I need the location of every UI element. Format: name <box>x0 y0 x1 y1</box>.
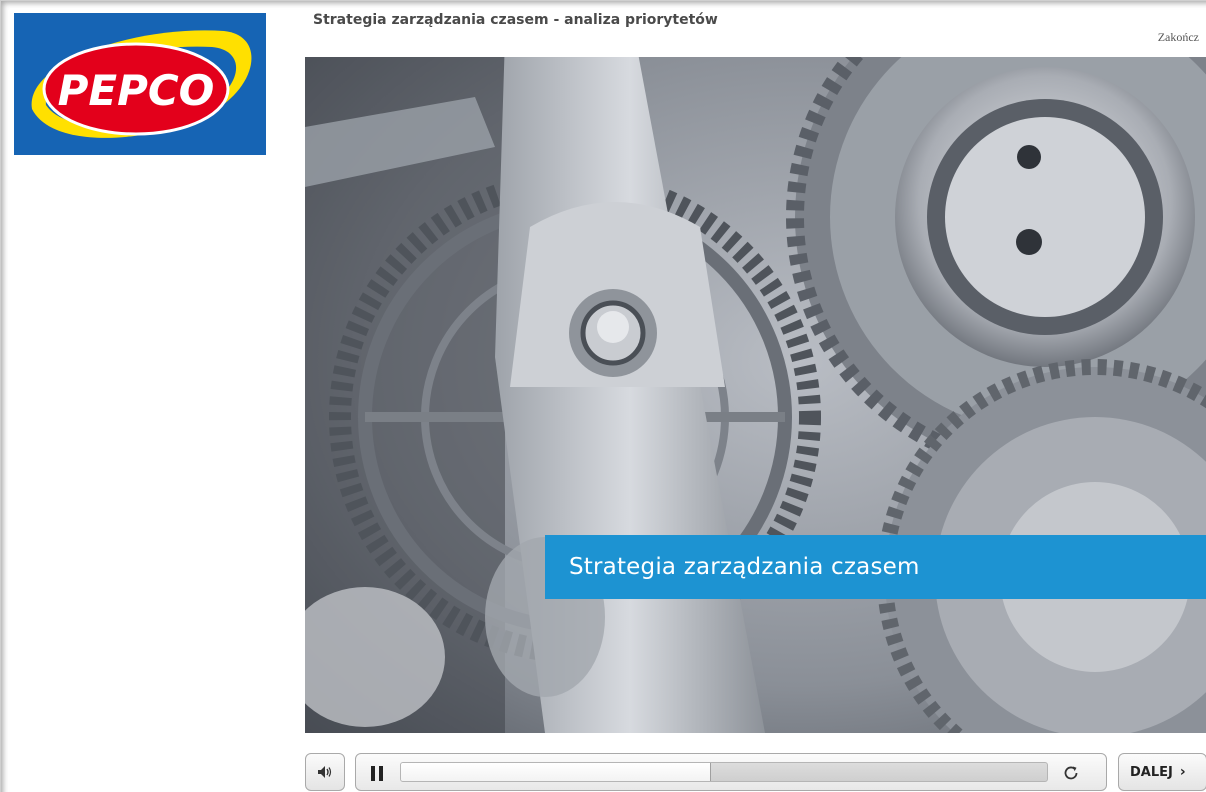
pause-icon <box>371 765 375 781</box>
replay-button[interactable] <box>1060 762 1082 784</box>
replay-icon <box>1064 766 1078 780</box>
slide-title: Strategia zarządzania czasem <box>569 554 920 580</box>
course-player-window: PEPCO Strategia zarządzania czasem - ana… <box>0 0 1206 792</box>
seek-progress <box>401 763 712 781</box>
playback-bar <box>355 753 1107 791</box>
exit-link[interactable]: Zakończ <box>1158 30 1199 45</box>
slide-title-banner: Strategia zarządzania czasem <box>545 535 1206 599</box>
gears-photo <box>305 57 1206 733</box>
chevron-right-icon: › <box>1179 764 1186 780</box>
course-title: Strategia zarządzania czasem - analiza p… <box>313 12 718 28</box>
slide-area: Strategia zarządzania czasem <box>305 57 1206 733</box>
svg-text:PEPCO: PEPCO <box>58 66 215 115</box>
seek-slider[interactable] <box>400 762 1048 782</box>
pause-button[interactable] <box>366 762 388 784</box>
pepco-logo: PEPCO <box>14 13 266 155</box>
volume-button[interactable] <box>305 753 345 791</box>
next-label: DALEJ <box>1130 764 1173 780</box>
speaker-icon <box>318 766 332 778</box>
next-button[interactable]: DALEJ › <box>1118 753 1206 791</box>
